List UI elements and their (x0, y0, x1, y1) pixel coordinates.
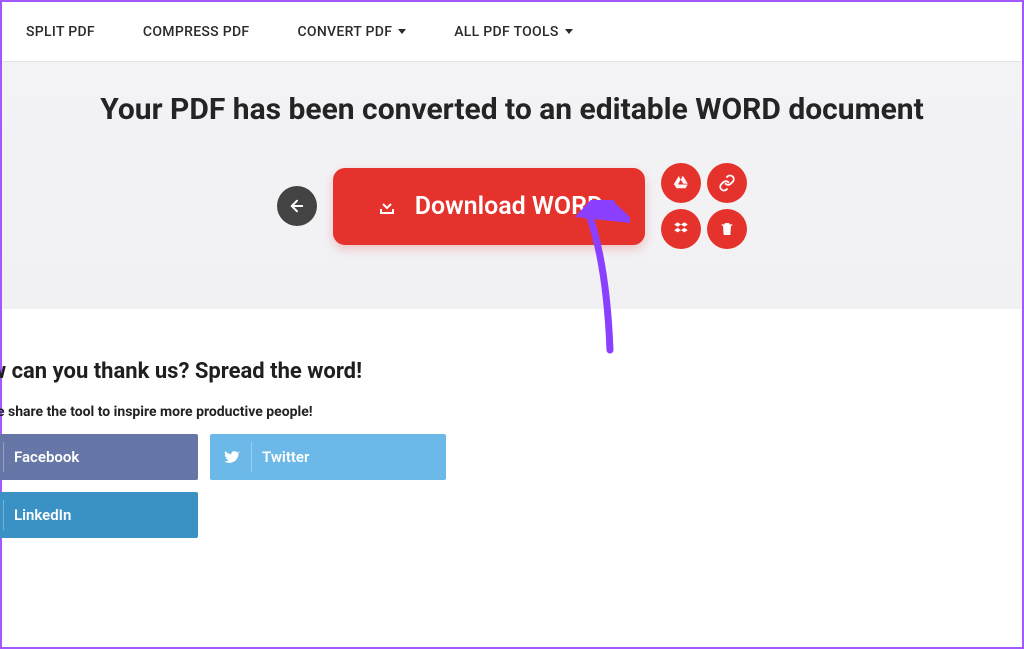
trash-icon (719, 221, 735, 237)
copy-link-button[interactable] (707, 163, 747, 203)
share-twitter-button[interactable]: Twitter (210, 434, 446, 480)
google-drive-icon (672, 174, 690, 192)
share-linkedin-label: LinkedIn (14, 506, 71, 524)
nav-item-label: SPLIT PDF (26, 24, 95, 40)
arrow-left-icon (288, 197, 306, 215)
thanks-heading: How can you thank us? Spread the word! (0, 359, 1022, 384)
nav-item-label: CONVERT PDF (297, 24, 392, 40)
download-icon (375, 194, 399, 218)
share-linkedin-button[interactable]: LinkedIn (0, 492, 198, 538)
thanks-subtitle: Please share the tool to inspire more pr… (0, 404, 1022, 420)
page-title: Your PDF has been converted to an editab… (2, 92, 1022, 127)
share-facebook-button[interactable]: Facebook (0, 434, 198, 480)
chevron-down-icon (398, 29, 406, 34)
twitter-icon (210, 434, 252, 480)
link-icon (718, 174, 736, 192)
delete-button[interactable] (707, 209, 747, 249)
nav-item-split-pdf[interactable]: SPLIT PDF (26, 24, 95, 40)
nav-item-all-pdf-tools[interactable]: ALL PDF TOOLS (454, 24, 572, 40)
top-nav: SPLIT PDF COMPRESS PDF CONVERT PDF ALL P… (2, 2, 1022, 62)
download-button-label: Download WORD (415, 192, 604, 221)
nav-item-convert-pdf[interactable]: CONVERT PDF (297, 24, 406, 40)
linkedin-icon (0, 492, 4, 538)
facebook-icon (0, 434, 4, 480)
dropbox-icon (672, 220, 690, 238)
hero-section: Your PDF has been converted to an editab… (2, 62, 1022, 309)
back-button[interactable] (277, 186, 317, 226)
download-button[interactable]: Download WORD (333, 168, 646, 245)
download-row: Download WORD (2, 163, 1022, 249)
save-google-drive-button[interactable] (661, 163, 701, 203)
save-dropbox-button[interactable] (661, 209, 701, 249)
chevron-down-icon (565, 29, 573, 34)
share-twitter-label: Twitter (262, 448, 309, 466)
thanks-section: How can you thank us? Spread the word! P… (0, 309, 1022, 570)
nav-item-label: COMPRESS PDF (143, 24, 250, 40)
share-facebook-label: Facebook (14, 448, 79, 466)
share-row-1: Facebook Twitter (0, 434, 1022, 480)
nav-item-compress-pdf[interactable]: COMPRESS PDF (143, 24, 250, 40)
nav-item-label: ALL PDF TOOLS (454, 24, 558, 40)
cloud-actions (661, 163, 747, 249)
share-row-2: LinkedIn (0, 492, 1022, 538)
